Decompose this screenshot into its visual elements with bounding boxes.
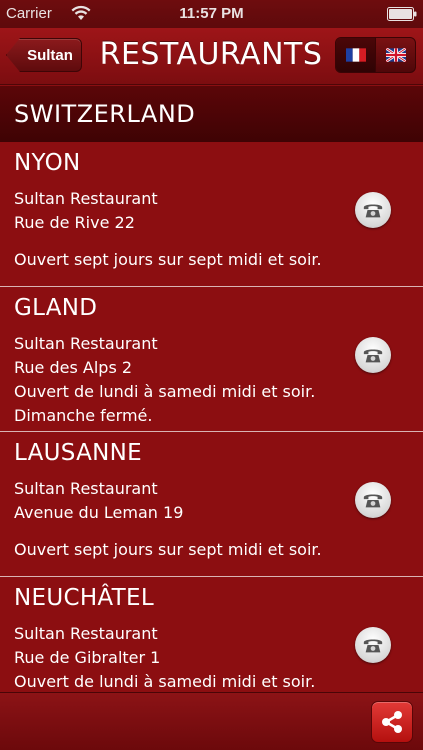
restaurant-item: NYON Sultan Restaurant Rue de Rive 22 Ou… xyxy=(0,142,423,287)
phone-icon xyxy=(363,639,383,653)
language-english-button[interactable] xyxy=(375,38,415,72)
french-flag-icon xyxy=(345,48,366,62)
opening-hours: Ouvert de lundi à samedi midi et soir. xyxy=(14,382,316,401)
closing-note: Dimanche fermé. xyxy=(14,406,153,425)
battery-icon xyxy=(387,7,417,21)
navigation-bar: Sultan RESTAURANTS xyxy=(0,28,423,85)
back-button-label: Sultan xyxy=(27,46,73,64)
page-title: RESTAURANTS xyxy=(99,37,323,72)
restaurant-name: Sultan Restaurant xyxy=(14,334,158,353)
phone-icon xyxy=(363,494,383,508)
restaurant-address: Rue de Gibralter 1 xyxy=(14,648,161,667)
call-button[interactable] xyxy=(355,627,391,663)
section-header: SWITZERLAND xyxy=(0,86,423,142)
language-french-button[interactable] xyxy=(336,38,375,72)
opening-hours: Ouvert de lundi à samedi midi et soir. xyxy=(14,672,316,691)
restaurant-address: Rue de Rive 22 xyxy=(14,213,135,232)
country-label: SWITZERLAND xyxy=(14,100,196,128)
restaurant-name: Sultan Restaurant xyxy=(14,479,158,498)
restaurant-name: Sultan Restaurant xyxy=(14,624,158,643)
restaurant-name: Sultan Restaurant xyxy=(14,189,158,208)
call-button[interactable] xyxy=(355,337,391,373)
restaurant-item: LAUSANNE Sultan Restaurant Avenue du Lem… xyxy=(0,432,423,577)
phone-icon xyxy=(363,349,383,363)
city-name: LAUSANNE xyxy=(14,440,143,466)
language-switcher xyxy=(335,37,416,73)
opening-hours: Ouvert sept jours sur sept midi et soir. xyxy=(14,250,322,269)
restaurant-item: NEUCHÂTEL Sultan Restaurant Rue de Gibra… xyxy=(0,577,423,692)
share-icon xyxy=(382,711,402,733)
back-button[interactable]: Sultan xyxy=(6,38,82,72)
restaurant-address: Rue des Alps 2 xyxy=(14,358,133,377)
city-name: NEUCHÂTEL xyxy=(14,585,154,611)
city-name: GLAND xyxy=(14,295,98,321)
restaurant-list[interactable]: NYON Sultan Restaurant Rue de Rive 22 Ou… xyxy=(0,142,423,692)
restaurant-item: GLAND Sultan Restaurant Rue des Alps 2 O… xyxy=(0,287,423,432)
phone-icon xyxy=(363,204,383,218)
bottom-toolbar xyxy=(0,692,423,750)
restaurant-address: Avenue du Leman 19 xyxy=(14,503,184,522)
call-button[interactable] xyxy=(355,482,391,518)
clock: 11:57 PM xyxy=(179,5,244,22)
call-button[interactable] xyxy=(355,192,391,228)
status-bar: Carrier 11:57 PM xyxy=(0,0,423,28)
opening-hours: Ouvert sept jours sur sept midi et soir. xyxy=(14,540,322,559)
share-button[interactable] xyxy=(371,701,413,743)
city-name: NYON xyxy=(14,150,81,176)
uk-flag-icon xyxy=(385,48,406,62)
